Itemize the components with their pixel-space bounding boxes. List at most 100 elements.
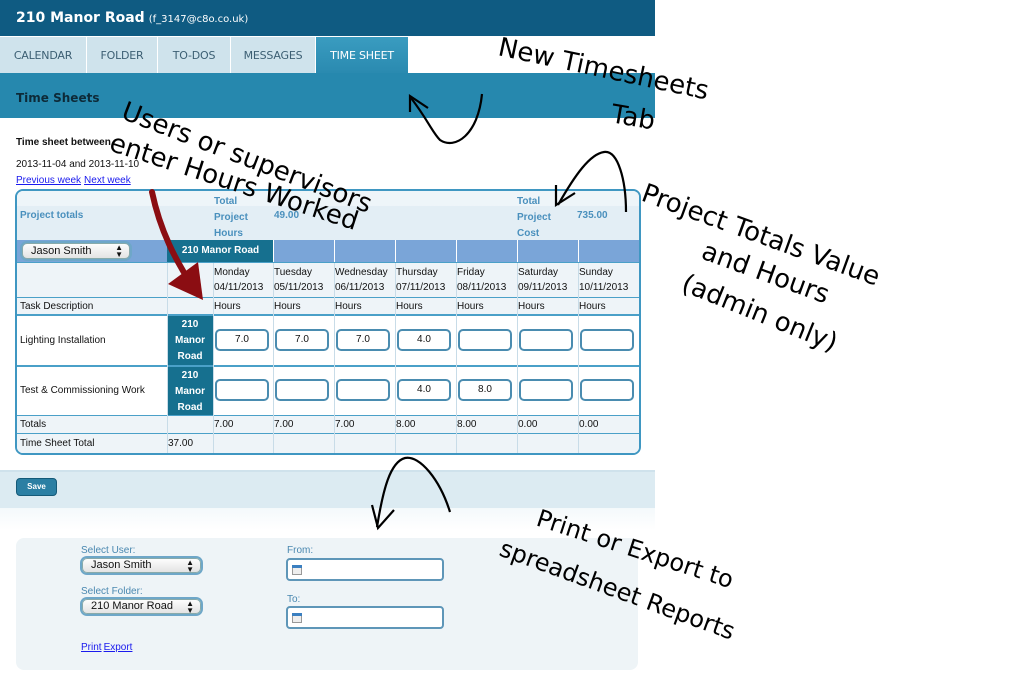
day-date: 06/11/2013 — [335, 282, 385, 293]
hours-input[interactable]: 8.0 — [458, 379, 512, 401]
day-date: 10/11/2013 — [579, 282, 629, 293]
hours-input[interactable]: 4.0 — [397, 379, 451, 401]
totals-row — [17, 416, 639, 433]
column-divider — [334, 263, 335, 453]
hours-unit-label: Hours — [579, 301, 606, 312]
range-label: Time sheet between — [16, 137, 111, 148]
day-header: Monday 04/11/2013 — [214, 265, 263, 295]
tab-bar: CALENDAR FOLDER TO-DOS MESSAGES TIME SHE… — [0, 37, 655, 73]
day-date: 08/11/2013 — [457, 282, 507, 293]
divider — [17, 262, 639, 263]
column-divider — [213, 263, 214, 453]
hours-input[interactable] — [275, 379, 329, 401]
sheet-total-value: 37.00 — [168, 438, 194, 449]
column-divider — [578, 263, 579, 453]
day-total: 7.00 — [274, 419, 294, 430]
hours-input[interactable]: 7.0 — [215, 329, 269, 351]
day-name: Monday — [214, 267, 250, 278]
report-folder-select[interactable]: 210 Manor Road ▲ ▼ — [82, 599, 201, 615]
column-divider — [273, 240, 274, 262]
hours-input[interactable] — [580, 379, 634, 401]
day-total: 8.00 — [396, 419, 416, 430]
day-date: 05/11/2013 — [274, 282, 324, 293]
user-select[interactable]: Jason Smith ▲ ▼ — [22, 243, 130, 259]
hours-unit-label: Hours — [214, 301, 241, 312]
task-name: Lighting Installation — [20, 335, 106, 346]
column-divider — [517, 263, 518, 453]
tab-folder[interactable]: FOLDER — [87, 37, 158, 73]
hours-unit-label: Hours — [518, 301, 545, 312]
hours-unit-label: Hours — [274, 301, 301, 312]
total-hours-label-line: Project — [214, 212, 248, 223]
column-divider — [334, 240, 335, 262]
folder-title: 210 Manor Road (f_3147@c8o.co.uk) — [16, 10, 248, 26]
previous-week-link[interactable]: Previous week — [16, 175, 81, 186]
select-arrows-icon: ▲ ▼ — [186, 599, 194, 615]
day-date: 07/11/2013 — [396, 282, 446, 293]
week-nav: Previous week Next week — [16, 175, 134, 186]
task-location-line: Road — [177, 351, 203, 362]
save-bar — [0, 470, 655, 508]
task-description-header: Task Description — [20, 301, 94, 312]
day-total: 0.00 — [518, 419, 538, 430]
hours-input[interactable] — [336, 379, 390, 401]
hours-input[interactable] — [519, 329, 573, 351]
column-divider — [456, 263, 457, 453]
column-divider — [517, 240, 518, 262]
total-cost-label-line: Project — [517, 212, 551, 223]
folder-name: 210 Manor Road — [16, 10, 145, 26]
task-name: Test & Commissioning Work — [20, 385, 145, 396]
from-date-input[interactable] — [286, 558, 444, 581]
column-divider — [578, 240, 579, 262]
hours-input[interactable]: 4.0 — [397, 329, 451, 351]
print-link[interactable]: Print — [81, 642, 102, 653]
day-name: Tuesday — [274, 267, 312, 278]
calendar-icon[interactable] — [292, 565, 302, 575]
day-name: Sunday — [579, 267, 613, 278]
divider — [17, 314, 639, 316]
hours-input[interactable] — [215, 379, 269, 401]
task-location-line: 210 — [181, 319, 199, 330]
project-header: 210 Manor Road — [167, 240, 274, 262]
tab-time-sheet[interactable]: TIME SHEET — [316, 37, 409, 73]
hours-input[interactable]: 7.0 — [336, 329, 390, 351]
day-header: Wednesday 06/11/2013 — [335, 265, 388, 295]
report-folder-value: 210 Manor Road — [91, 600, 173, 612]
section-header: Time Sheets — [0, 73, 655, 118]
total-cost-label: Total Project Cost — [517, 194, 551, 242]
report-user-select[interactable]: Jason Smith ▲ ▼ — [82, 558, 201, 574]
hours-unit-label: Hours — [396, 301, 423, 312]
to-date-input[interactable] — [286, 606, 444, 629]
day-header: Friday 08/11/2013 — [457, 265, 506, 295]
section-title: Time Sheets — [16, 91, 100, 105]
divider — [17, 415, 639, 416]
hours-input[interactable] — [519, 379, 573, 401]
report-user-value: Jason Smith — [91, 559, 152, 571]
sheet-total-label: Time Sheet Total — [20, 438, 95, 449]
save-button[interactable]: Save — [16, 478, 57, 496]
divider — [17, 433, 639, 434]
app-window: 210 Manor Road (f_3147@c8o.co.uk) CALENDA… — [0, 0, 655, 692]
calendar-icon[interactable] — [292, 613, 302, 623]
totals-label: Totals — [20, 419, 47, 430]
divider — [17, 297, 639, 298]
hours-input[interactable] — [458, 329, 512, 351]
hours-unit-label: Hours — [335, 301, 362, 312]
tab-todos[interactable]: TO-DOS — [158, 37, 231, 73]
range-dates: 2013-11-04 and 2013-11-10 — [16, 159, 140, 170]
day-date: 09/11/2013 — [518, 282, 568, 293]
from-label: From: — [287, 545, 314, 556]
export-link[interactable]: Export — [104, 642, 133, 653]
task-location-line: Road — [177, 402, 203, 413]
hours-input[interactable]: 7.0 — [275, 329, 329, 351]
report-links: Print Export — [81, 642, 134, 653]
user-email: (f_3147@c8o.co.uk) — [148, 14, 249, 25]
next-week-link[interactable]: Next week — [84, 175, 131, 186]
hours-input[interactable] — [580, 329, 634, 351]
project-totals-label: Project totals — [20, 210, 84, 221]
tab-calendar[interactable]: CALENDAR — [0, 37, 87, 73]
tab-messages[interactable]: MESSAGES — [231, 37, 316, 73]
task-location-line: Manor — [175, 335, 205, 346]
column-divider — [167, 263, 168, 453]
day-header: Thursday 07/11/2013 — [396, 265, 445, 295]
